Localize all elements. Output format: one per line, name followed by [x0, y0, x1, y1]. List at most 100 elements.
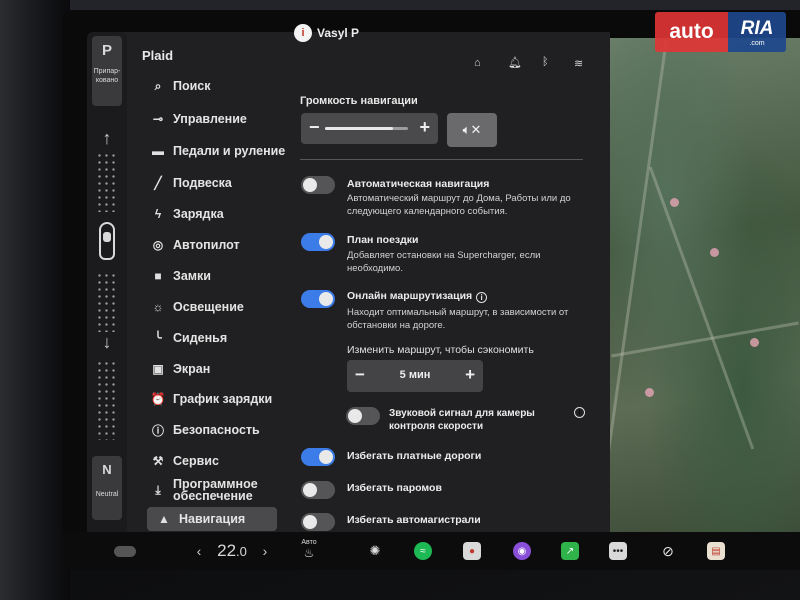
sidebar-item-suspension[interactable]: ╱ Подвеска	[147, 170, 307, 196]
photo-frame: P Припар-ковано ↑ ↓ N Neutral Plaid ⌕ Пои…	[0, 0, 800, 600]
sidebar-item-search[interactable]: ⌕ Поиск	[147, 73, 307, 99]
speed-camera-toggle[interactable]	[346, 407, 380, 425]
arrow-down-icon[interactable]: ↓	[97, 332, 117, 353]
volume-track[interactable]	[325, 127, 408, 130]
car-top-view-icon	[99, 222, 115, 260]
avoid-tolls-toggle[interactable]	[301, 448, 335, 466]
spotify-icon[interactable]: ≈	[413, 532, 433, 570]
navigation-icon: ▲	[158, 512, 170, 526]
info-icon[interactable]: i	[574, 407, 585, 418]
sidebar-item-label: Освещение	[173, 300, 244, 314]
fan-icon[interactable]: ✺	[365, 532, 385, 570]
suspension-icon: ╱	[154, 176, 162, 190]
wrench-icon: ⚒	[152, 454, 164, 468]
sidebar-item-service[interactable]: ⚒ Сервис	[147, 448, 307, 474]
online-routing-toggle[interactable]	[301, 290, 335, 308]
toggle-knob	[303, 483, 317, 497]
avoid-tolls-title: Избегать платные дороги	[347, 450, 482, 462]
sidebar-item-label: График зарядки	[173, 392, 273, 406]
auto-navigation-title: Автоматическая навигация	[347, 178, 490, 190]
bell-icon[interactable]: 🔔︎	[508, 56, 522, 69]
avatar: i	[294, 24, 312, 42]
sidebar-item-locks[interactable]: ■ Замки	[147, 263, 307, 289]
sidebar-item-display[interactable]: ▣ Экран	[147, 356, 307, 382]
charts-icon[interactable]: ↗	[560, 532, 580, 570]
toggle-knob	[319, 450, 333, 464]
navigation-volume-title: Громкость навигации	[300, 95, 418, 107]
touchscreen: P Припар-ковано ↑ ↓ N Neutral Plaid ⌕ Пои…	[62, 10, 800, 570]
toggle-knob	[348, 409, 362, 423]
steering-wheel-icon: ◎	[152, 238, 164, 252]
sidebar-item-label: Педали и руление	[173, 144, 286, 158]
sidebar-item-autopilot[interactable]: ◎ Автопилот	[147, 232, 307, 258]
mute-button[interactable]: 🔈︎✕	[447, 113, 497, 147]
calendar-icon[interactable]: ▤	[706, 532, 726, 570]
auto-navigation-toggle[interactable]	[301, 176, 335, 194]
no-location-icon[interactable]: ⊘	[658, 532, 678, 570]
volume-up-button[interactable]: +	[419, 117, 430, 138]
volume-fill	[325, 127, 394, 130]
map-view[interactable]	[595, 38, 800, 538]
info-icon[interactable]: i	[476, 292, 488, 303]
reroute-increase-button[interactable]: +	[465, 365, 475, 385]
sidebar-item-software[interactable]: ⤓ Программное обеспечение	[147, 477, 307, 503]
online-routing-label: Онлайн маршрутизация	[347, 290, 473, 302]
seat-heat-icon: ♨	[303, 545, 315, 560]
gear-park-letter: P	[101, 42, 112, 59]
sidebar-item-charging[interactable]: ϟ Зарядка	[147, 201, 307, 227]
avoid-ferries-title: Избегать паромов	[347, 482, 442, 494]
user-profile[interactable]: i Vasyl P	[294, 24, 359, 42]
wifi-icon[interactable]: ≋	[574, 57, 583, 70]
sidebar-item-pedals[interactable]: ▬ Педали и руление	[147, 138, 307, 164]
trip-planner-toggle[interactable]	[301, 233, 335, 251]
gear-selector[interactable]: P Припар-ковано ↑ ↓ N Neutral	[87, 32, 127, 542]
temp-down-button[interactable]: ‹	[192, 532, 206, 570]
temperature-decimal: .0	[236, 543, 247, 559]
speed-camera-label: Звуковой сигнал для камеры контроля скор…	[389, 408, 535, 432]
alarm-clock-icon: ⏰	[150, 392, 166, 406]
volume-down-button[interactable]: −	[309, 117, 320, 138]
model-name: Plaid	[142, 48, 174, 63]
reroute-stepper[interactable]: − 5 мин +	[347, 360, 483, 392]
search-icon: ⌕	[154, 78, 162, 93]
seat-heater-button[interactable]: Авто ♨	[294, 532, 324, 570]
sidebar-item-navigation[interactable]: ▲ Навигация	[147, 507, 277, 531]
car-icon[interactable]	[112, 532, 138, 570]
drag-dots	[96, 152, 118, 212]
bluetooth-icon[interactable]: ᛒ	[542, 56, 549, 68]
gear-neutral-label: Neutral	[95, 491, 119, 498]
volume-slider[interactable]: − +	[301, 113, 438, 144]
sidebar-item-lights[interactable]: ☼ Освещение	[147, 294, 307, 320]
toggle-knob	[303, 178, 317, 192]
sidebar-item-label: Безопасность	[173, 423, 260, 437]
download-icon: ⤓	[155, 482, 161, 497]
screen-icon: ▣	[152, 362, 164, 376]
cabin-temperature: 22.0	[210, 532, 254, 570]
lock-icon: ■	[154, 269, 162, 283]
avoid-highways-toggle[interactable]	[301, 513, 335, 531]
watermark-sub: .com	[749, 39, 765, 47]
gear-park-label: Припар-ковано	[93, 68, 121, 84]
gear-neutral-letter: N	[102, 462, 112, 477]
car-icon: ▬	[152, 144, 164, 158]
sidebar-item-safety[interactable]: ⓘ Безопасность	[147, 417, 307, 443]
temp-up-button[interactable]: ›	[258, 532, 272, 570]
sidebar-item-seats[interactable]: ╰ Сиденья	[147, 325, 307, 351]
seat-icon: ╰	[154, 331, 162, 345]
sidebar-item-controls[interactable]: ⊸ Управление	[147, 106, 307, 132]
taskbar: ‹ 22.0 › Авто ♨ ✺ ≈ ● ◉ ↗ ••• ⊘ ▤	[62, 532, 800, 570]
media-icon[interactable]: ◉	[512, 532, 532, 570]
toggle-icon: ⊸	[152, 112, 164, 126]
shield-icon: ⓘ	[151, 423, 164, 438]
gear-park[interactable]: P Припар-ковано	[92, 36, 122, 106]
sidebar-item-charge-schedule[interactable]: ⏰ График зарядки	[147, 386, 307, 412]
toggle-knob	[319, 292, 333, 306]
gear-neutral[interactable]: N Neutral	[92, 456, 122, 520]
home-icon[interactable]: ⌂	[474, 57, 481, 69]
arrow-up-icon[interactable]: ↑	[97, 128, 117, 149]
more-icon[interactable]: •••	[608, 532, 628, 570]
camera-icon[interactable]: ●	[462, 532, 482, 570]
avoid-ferries-toggle[interactable]	[301, 481, 335, 499]
sidebar-item-label: Навигация	[179, 512, 246, 526]
map-poi	[670, 198, 679, 207]
